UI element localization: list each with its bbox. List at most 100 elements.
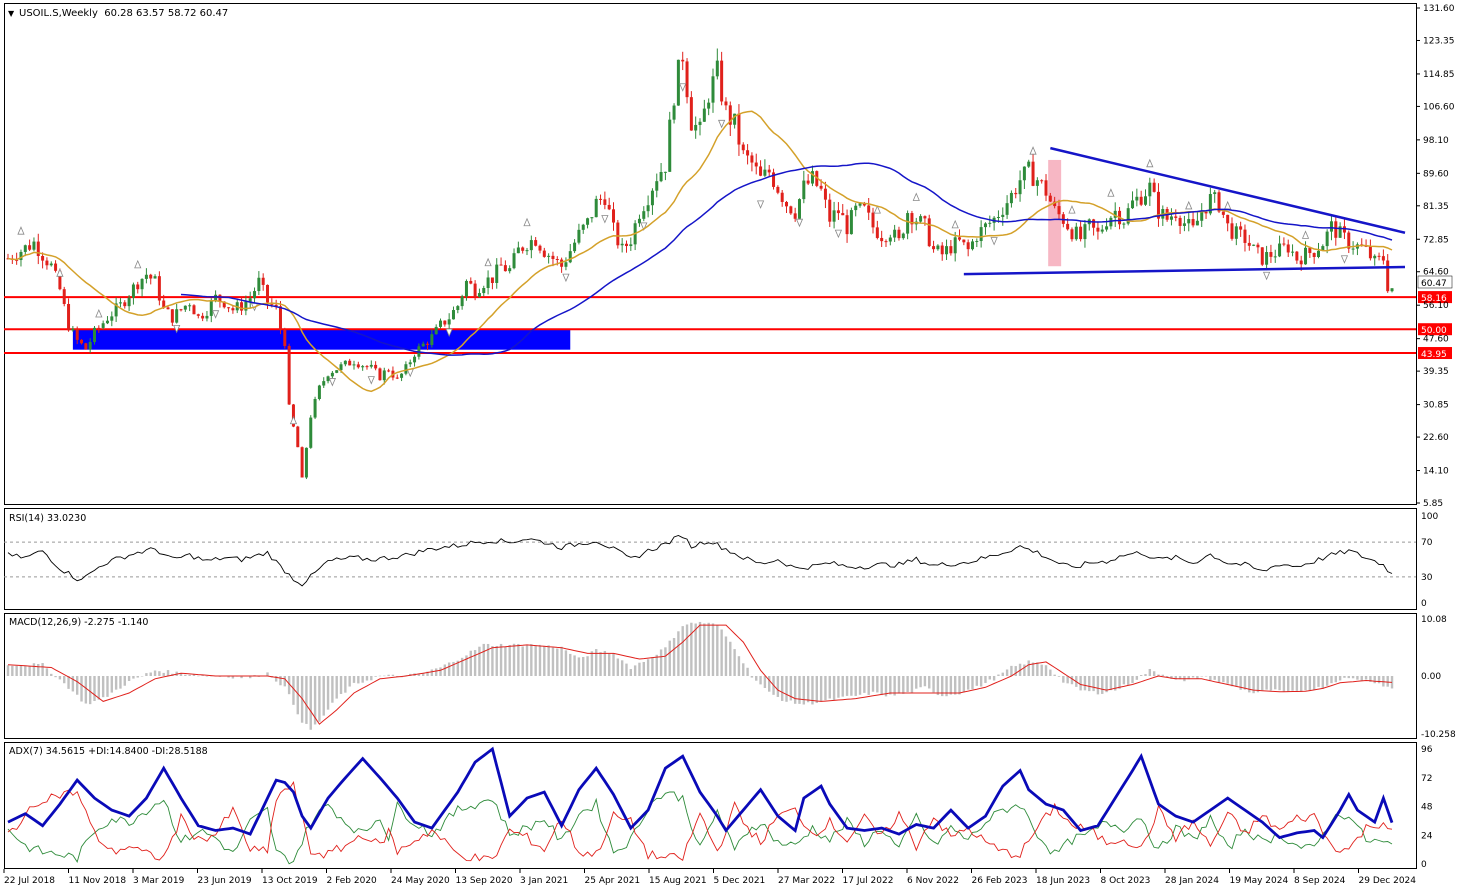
macd-bar xyxy=(114,675,118,690)
candle-body xyxy=(1100,229,1104,232)
y-tick-label: 47.60 xyxy=(1423,335,1449,345)
macd-bar xyxy=(560,646,563,676)
macd-bar xyxy=(197,675,200,677)
candle-body xyxy=(650,190,654,206)
symbol-dropdown-icon[interactable]: ▼ xyxy=(8,9,15,18)
macd-title: MACD(12,26,9) -2.275 -1.140 xyxy=(9,617,148,628)
zone-rect xyxy=(72,329,571,350)
macd-bar xyxy=(84,675,88,704)
macd-bar xyxy=(1200,675,1203,677)
macd-bar xyxy=(906,675,909,693)
candle-body xyxy=(1001,214,1005,217)
candle-body xyxy=(586,218,590,225)
candle-body xyxy=(806,180,810,184)
macd-bar xyxy=(162,672,165,676)
candle-body xyxy=(93,327,97,342)
macd-bar xyxy=(1265,675,1268,690)
macd-bar xyxy=(1222,675,1225,683)
y-tick-label: 106.60 xyxy=(1423,102,1455,112)
macd-bar xyxy=(1312,675,1316,690)
macd-bar xyxy=(1360,675,1363,681)
macd-tick-label: 0.00 xyxy=(1421,672,1441,682)
macd-bar xyxy=(655,654,658,676)
candle-body xyxy=(123,302,127,307)
macd-bar xyxy=(984,675,987,683)
candle-body xyxy=(707,102,711,109)
macd-bar xyxy=(348,675,351,687)
candle-body xyxy=(170,309,174,323)
macd-bar xyxy=(577,657,581,676)
macd-bar xyxy=(564,650,568,676)
candle-body xyxy=(421,343,425,347)
macd-bar xyxy=(824,675,827,701)
macd-bar xyxy=(1317,675,1320,687)
macd-bar xyxy=(681,626,684,676)
macd-bar xyxy=(854,675,857,696)
macd-bar xyxy=(876,675,879,693)
macd-bar xyxy=(97,675,101,700)
macd-bar xyxy=(1005,669,1009,676)
macd-bar xyxy=(1135,675,1139,680)
candle-body xyxy=(395,377,399,379)
candle-body xyxy=(966,242,970,250)
candle-body xyxy=(754,162,758,167)
macd-bar xyxy=(793,675,797,704)
macd-bar xyxy=(132,675,135,679)
candle-body xyxy=(1074,226,1078,240)
macd-bar xyxy=(607,653,611,676)
candle-body xyxy=(1178,217,1182,226)
x-tick-label: 17 Jul 2022 xyxy=(843,876,894,886)
macd-bar xyxy=(1343,675,1346,678)
candle-body xyxy=(179,309,183,311)
macd-bar xyxy=(780,675,784,701)
macd-bar xyxy=(1248,675,1251,693)
candle-body xyxy=(499,264,503,266)
macd-bar xyxy=(15,665,18,676)
macd-bar xyxy=(352,675,356,683)
candle-body xyxy=(525,250,529,252)
macd-bar xyxy=(469,650,472,676)
macd-bar xyxy=(158,671,161,676)
candle-body xyxy=(750,155,754,163)
candle-body xyxy=(84,343,88,350)
macd-bar xyxy=(28,665,31,676)
macd-bar xyxy=(1364,675,1368,680)
candle-body xyxy=(1269,252,1273,257)
rsi-tick-label: 100 xyxy=(1421,512,1438,522)
macd-bar xyxy=(845,675,849,696)
macd-bar xyxy=(1131,675,1134,684)
chart-canvas[interactable]: 58.1650.0043.95131.60123.35114.85106.609… xyxy=(0,0,1459,892)
macd-bar xyxy=(746,667,749,676)
candle-body xyxy=(936,245,940,250)
macd-bar xyxy=(1109,675,1113,691)
candle-body xyxy=(668,119,672,172)
candle-body xyxy=(1079,226,1083,240)
macd-bar xyxy=(482,643,485,676)
y-tick-label: 39.35 xyxy=(1423,367,1449,377)
candle-body xyxy=(266,284,270,303)
candle-body xyxy=(893,229,897,238)
candle-body xyxy=(923,216,927,219)
candle-body xyxy=(192,305,196,315)
candle-body xyxy=(460,296,464,307)
candle-body xyxy=(101,323,105,328)
x-tick-label: 5 Dec 2021 xyxy=(714,876,766,886)
macd-bar xyxy=(58,675,62,680)
candle-body xyxy=(278,306,282,330)
y-tick-label: 89.60 xyxy=(1423,169,1449,179)
macd-bar xyxy=(67,675,70,689)
candle-body xyxy=(780,192,784,202)
candle-body xyxy=(343,360,347,365)
macd-bar xyxy=(443,664,447,676)
candle-body xyxy=(149,274,153,279)
macd-bar xyxy=(1122,675,1126,685)
y-tick-label: 72.85 xyxy=(1423,235,1449,245)
candle-body xyxy=(1278,243,1282,257)
macd-bar xyxy=(1325,675,1329,686)
macd-bar xyxy=(93,675,96,701)
candle-body xyxy=(304,447,308,478)
candle-body xyxy=(227,307,231,309)
candle-body xyxy=(166,307,170,310)
candle-body xyxy=(387,370,391,372)
x-tick-label: 27 Mar 2022 xyxy=(778,876,835,886)
